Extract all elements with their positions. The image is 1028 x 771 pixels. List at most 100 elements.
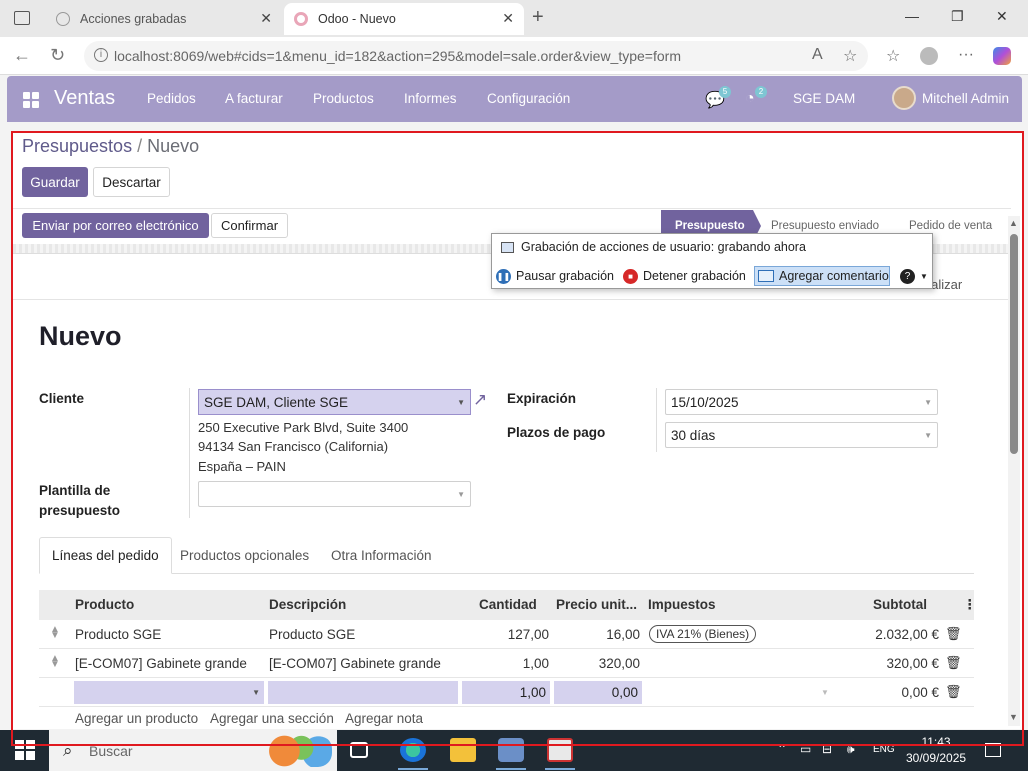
menu-a-facturar[interactable]: A facturar [225, 91, 283, 106]
apps-menu-icon[interactable] [23, 92, 39, 108]
scroll-thumb[interactable] [1010, 234, 1018, 454]
back-arrow-icon[interactable]: ← [13, 45, 31, 66]
help-dropdown-button[interactable]: ? ▼ [900, 266, 928, 286]
add-comment-button[interactable]: Agregar comentario [754, 266, 890, 286]
reload-icon[interactable]: ↻ [50, 45, 65, 66]
language-indicator[interactable]: ENG [873, 744, 895, 755]
activities-icon[interactable]: ◔ [745, 90, 755, 108]
dropdown-caret-icon[interactable]: ▼ [924, 398, 932, 407]
battery-icon[interactable]: ▭ [800, 742, 811, 756]
site-info-icon[interactable]: i [94, 48, 108, 62]
payment-terms-field[interactable]: 30 días ▼ [665, 422, 938, 448]
tray-chevron-icon[interactable]: ⌃ [777, 742, 787, 756]
drag-handle-icon[interactable]: ▲ ▼ [50, 625, 60, 641]
browser-tab-acciones[interactable]: Acciones grabadas ✕ [46, 3, 282, 35]
new-tab-icon[interactable]: + [532, 6, 544, 29]
column-taxes[interactable]: Impuestos [648, 597, 716, 612]
sidebar-toggle-icon[interactable] [14, 11, 30, 25]
favorites-icon[interactable]: ☆ [886, 46, 900, 66]
url-field[interactable]: i localhost:8069/web#cids=1&menu_id=182&… [84, 41, 868, 71]
external-link-icon[interactable]: ↗ [473, 390, 487, 410]
network-icon[interactable]: ⊟ [822, 742, 832, 756]
table-row-editing[interactable]: ▼ 1,00 0,00 ▼ 0,00 € 🗑 [39, 678, 974, 707]
column-subtotal[interactable]: Subtotal [873, 597, 927, 612]
add-section-link[interactable]: Agregar una sección [210, 711, 334, 726]
taskbar-search-box[interactable]: ⌕ Buscar [49, 730, 337, 771]
tab-optional-products[interactable]: Productos opcionales [168, 537, 321, 574]
column-unit-price[interactable]: Precio unit... [556, 597, 637, 612]
task-view-icon[interactable] [350, 742, 368, 758]
menu-pedidos[interactable]: Pedidos [147, 91, 196, 106]
scroll-up-icon[interactable]: ▲ [1009, 218, 1018, 228]
table-row[interactable]: ▲ ▼ Producto SGE Producto SGE 127,00 16,0… [39, 620, 974, 649]
notifications-icon[interactable] [985, 743, 1001, 757]
close-tab-icon[interactable]: ✕ [502, 10, 514, 27]
drag-handle-icon[interactable]: ▲ ▼ [50, 654, 60, 670]
app-brand[interactable]: Ventas [54, 87, 115, 110]
line-quantity[interactable]: 1,00 [479, 656, 549, 671]
confirm-button[interactable]: Confirmar [211, 213, 288, 238]
column-description[interactable]: Descripción [269, 597, 346, 612]
dropdown-caret-icon[interactable]: ▼ [457, 490, 465, 499]
dropdown-caret-icon[interactable]: ▼ [457, 398, 465, 407]
user-avatar[interactable] [892, 86, 916, 110]
browser-tab-odoo[interactable]: Odoo - Nuevo ✕ [284, 3, 524, 35]
user-menu[interactable]: Mitchell Admin [922, 91, 1009, 106]
delete-line-icon[interactable]: 🗑 [945, 655, 962, 671]
line-quantity[interactable]: 127,00 [479, 627, 549, 642]
pause-recording-button[interactable]: ❚❚ Pausar grabación [496, 266, 614, 286]
file-explorer-icon[interactable] [450, 738, 476, 762]
new-line-price-field[interactable]: 0,00 [554, 681, 642, 704]
line-unit-price[interactable]: 16,00 [559, 627, 640, 642]
quote-template-field[interactable]: ▼ [198, 481, 471, 507]
tab-other-info[interactable]: Otra Información [319, 537, 444, 574]
new-line-quantity-field[interactable]: 1,00 [462, 681, 550, 704]
customer-field[interactable]: SGE DAM, Cliente SGE ▼ [198, 389, 471, 415]
more-options-icon[interactable]: ··· [958, 46, 974, 64]
menu-productos[interactable]: Productos [313, 91, 374, 106]
tab-order-lines[interactable]: Líneas del pedido [39, 537, 172, 574]
save-button[interactable]: Guardar [22, 167, 88, 197]
line-product[interactable]: Producto SGE [75, 627, 161, 642]
tax-dropdown-caret-icon[interactable]: ▼ [821, 688, 829, 697]
line-description[interactable]: Producto SGE [269, 627, 355, 642]
restore-icon[interactable]: ❐ [951, 8, 964, 25]
expiration-field[interactable]: 15/10/2025 ▼ [665, 389, 938, 415]
windows-start-icon[interactable] [15, 740, 35, 760]
discard-button[interactable]: Descartar [93, 167, 170, 197]
close-window-icon[interactable]: ✕ [996, 8, 1008, 25]
line-description[interactable]: [E-COM07] Gabinete grande [269, 656, 441, 671]
breadcrumb-parent[interactable]: Presupuestos [22, 136, 132, 156]
line-product[interactable]: [E-COM07] Gabinete grande [75, 656, 247, 671]
column-options-icon[interactable]: ⋮ [963, 597, 977, 613]
edge-browser-icon[interactable] [400, 738, 426, 762]
send-email-button[interactable]: Enviar por correo electrónico [22, 213, 209, 238]
close-tab-icon[interactable]: ✕ [260, 10, 272, 27]
add-product-link[interactable]: Agregar un producto [75, 711, 198, 726]
favorite-star-icon[interactable]: ☆ [843, 46, 857, 66]
new-line-description-field[interactable] [268, 681, 458, 704]
minimize-icon[interactable]: — [905, 8, 919, 24]
column-quantity[interactable]: Cantidad [479, 597, 537, 612]
network-app-icon[interactable] [498, 738, 524, 762]
new-line-product-field[interactable]: ▼ [74, 681, 264, 704]
dropdown-caret-icon[interactable]: ▼ [924, 431, 932, 440]
system-clock[interactable]: 11:43 30/09/2025 [906, 734, 966, 766]
steps-recorder-app-icon[interactable] [547, 738, 573, 762]
delete-line-icon[interactable]: 🗑 [945, 626, 962, 642]
scroll-down-icon[interactable]: ▼ [1009, 712, 1018, 722]
read-aloud-icon[interactable]: A [812, 46, 823, 64]
profile-icon[interactable] [920, 47, 938, 65]
add-note-link[interactable]: Agregar nota [345, 711, 423, 726]
stop-recording-button[interactable]: ■ Detener grabación [623, 266, 746, 286]
menu-configuracion[interactable]: Configuración [487, 91, 570, 106]
volume-icon[interactable]: 🕪 [847, 742, 855, 757]
dropdown-caret-icon[interactable]: ▼ [252, 688, 260, 697]
delete-line-icon[interactable]: 🗑 [945, 684, 962, 700]
vertical-scrollbar[interactable]: ▲ ▼ [1008, 216, 1020, 726]
company-switcher[interactable]: SGE DAM [793, 91, 855, 106]
copilot-icon[interactable] [993, 47, 1011, 65]
menu-informes[interactable]: Informes [404, 91, 457, 106]
tax-tag[interactable]: IVA 21% (Bienes) [649, 625, 757, 643]
column-product[interactable]: Producto [75, 597, 134, 612]
